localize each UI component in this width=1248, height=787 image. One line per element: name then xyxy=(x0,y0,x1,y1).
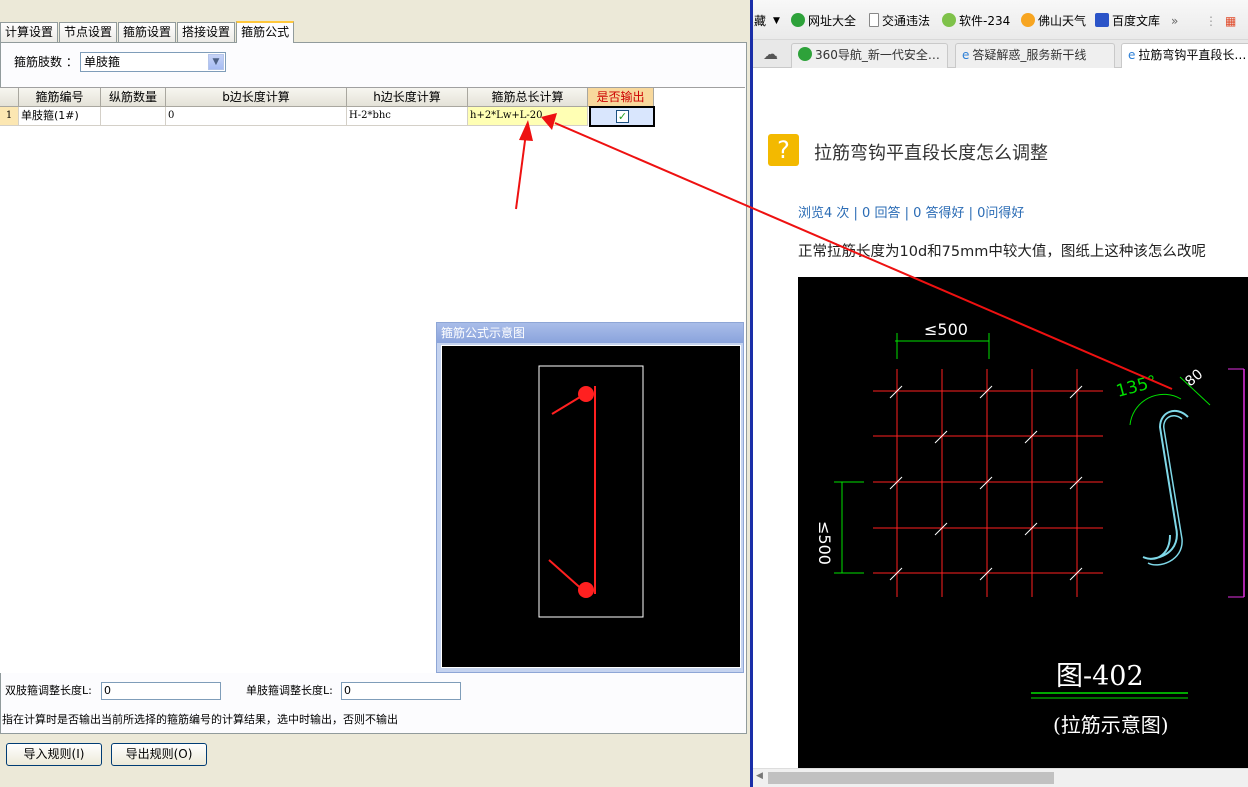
checkbox-checked-icon[interactable]: ✓ xyxy=(616,110,629,123)
single-limb-input[interactable]: 0 xyxy=(341,682,461,700)
formula-diagram-window: 箍筋公式示意图 xyxy=(436,322,744,673)
column-header-output: 是否输出 xyxy=(588,88,654,107)
scroll-left-icon[interactable]: ◀ xyxy=(756,771,763,781)
horizontal-scrollbar[interactable]: ◀ xyxy=(753,768,1248,787)
tab-lap-settings[interactable]: 搭接设置 xyxy=(177,22,236,42)
limb-count-select[interactable]: 单肢箍 ▼ xyxy=(80,52,226,72)
browser-tab-question[interactable]: e 拉筋弯钩平直段长… xyxy=(1121,43,1248,68)
favorites-partial-label[interactable]: 藏 xyxy=(754,12,766,30)
cell-b-calc[interactable]: 0 xyxy=(166,107,347,126)
cad-drawing: ≤500 ≤500 135° 80 图-402 (拉筋示意图) xyxy=(815,320,1245,737)
browser-tab-answers[interactable]: e 答疑解惑_服务新干线 xyxy=(955,43,1115,68)
tab-stirrup-settings[interactable]: 箍筋设置 xyxy=(118,22,177,42)
import-rules-button[interactable]: 导入规则(I) xyxy=(6,743,102,766)
dim-top-label: ≤500 xyxy=(924,320,968,339)
360-logo-icon xyxy=(791,13,805,27)
question-stats[interactable]: 浏览4 次 | 0 回答 | 0 答得好 | 0问得好 xyxy=(798,202,1024,221)
question-mark-icon: ? xyxy=(768,134,799,166)
chevron-down-icon[interactable]: ▼ xyxy=(208,54,224,70)
limb-count-value: 单肢箍 xyxy=(84,55,121,69)
scrollbar-thumb[interactable] xyxy=(768,772,1054,784)
single-limb-label: 单肢箍调整长度L: xyxy=(246,684,333,697)
more-favorites-icon[interactable]: » xyxy=(1171,12,1178,30)
browser-tab-bar: ☁ 360导航_新一代安全… e 答疑解惑_服务新干线 e 拉筋弯钩平直段长… xyxy=(753,40,1248,68)
column-header-h-calc: h边长度计算 xyxy=(347,88,468,107)
single-limb-stirrup-drawing xyxy=(538,365,644,618)
cell-total-calc[interactable]: h+2*Lw+L-20 xyxy=(468,107,588,126)
double-limb-input[interactable]: 0 xyxy=(101,682,221,700)
cell-stirrup-name[interactable]: 单肢箍(1#) xyxy=(19,107,101,126)
output-checkbox-cell[interactable]: ✓ xyxy=(589,106,655,127)
angle-label: 135° xyxy=(1114,372,1159,402)
row-number[interactable]: 1 xyxy=(0,107,19,126)
column-header-number: 箍筋编号 xyxy=(19,88,101,107)
browser-tab-360[interactable]: 360导航_新一代安全… xyxy=(791,43,948,68)
weather-icon xyxy=(1021,13,1035,27)
favorites-dropdown-icon[interactable]: ▼ xyxy=(773,12,780,30)
page-icon xyxy=(869,13,879,27)
diagram-title: 箍筋公式示意图 xyxy=(437,323,743,343)
fav-link-nav[interactable]: 网址大全 xyxy=(791,12,856,30)
fav-link-traffic[interactable]: 交通违法 xyxy=(869,12,930,30)
column-header-b-calc: b边长度计算 xyxy=(166,88,347,107)
cloud-icon[interactable]: ☁ xyxy=(763,45,778,63)
double-limb-label: 双肢箍调整长度L: xyxy=(5,684,92,697)
separator-icon: ⋮ xyxy=(1205,14,1217,28)
hint-text: 指在计算时是否输出当前所选择的箍筋编号的计算结果，选中时输出，否则不输出 xyxy=(2,713,398,726)
rebar-drawing-image: ≤500 ≤500 135° 80 图-402 (拉筋示意图) xyxy=(798,277,1248,768)
column-header-total-calc: 箍筋总长计算 xyxy=(468,88,588,107)
360-logo-icon xyxy=(798,47,812,61)
software-window: 计算设置 节点设置 箍筋设置 搭接设置 箍筋公式 箍筋肢数 ： 单肢箍 ▼ 箍筋… xyxy=(0,0,750,787)
tab-node-settings[interactable]: 节点设置 xyxy=(59,22,118,42)
question-text: 正常拉筋长度为10d和75mm中较大值，图纸上这种该怎么改呢 xyxy=(798,244,1206,260)
software-icon xyxy=(942,13,956,27)
diagram-canvas xyxy=(441,345,741,668)
ie-logo-icon: e xyxy=(1128,48,1136,62)
question-title: 拉筋弯钩平直段长度怎么调整 xyxy=(814,143,1048,164)
export-rules-button[interactable]: 导出规则(O) xyxy=(111,743,207,766)
figure-subtitle: (拉筋示意图) xyxy=(1053,713,1169,737)
fav-link-wenku[interactable]: 百度文库 xyxy=(1095,12,1160,30)
tab-calc-settings[interactable]: 计算设置 xyxy=(0,22,59,42)
baidu-paw-icon xyxy=(1095,13,1109,27)
fav-link-weather[interactable]: 佛山天气 xyxy=(1021,12,1086,30)
cell-rebar-count[interactable] xyxy=(101,107,166,126)
fav-link-software[interactable]: 软件-234 xyxy=(942,12,1010,30)
apps-grid-icon[interactable]: ▦ xyxy=(1225,12,1236,30)
figure-title: 图-402 xyxy=(1056,661,1144,692)
dim-left-label: ≤500 xyxy=(815,521,834,565)
hook-length-label: 80 xyxy=(1182,366,1206,390)
ie-logo-icon: e xyxy=(962,48,970,62)
column-header-count: 纵筋数量 xyxy=(101,88,166,107)
tab-stirrup-formula[interactable]: 箍筋公式 xyxy=(236,21,295,43)
browser-window: 藏 ▼ 网址大全 交通违法 软件-234 佛山天气 百度文库 » ⋮ ▦ ☁ 3… xyxy=(753,0,1248,787)
cell-h-calc[interactable]: H-2*bhc xyxy=(347,107,468,126)
settings-tabs: 计算设置 节点设置 箍筋设置 搭接设置 箍筋公式 xyxy=(0,21,295,43)
favorites-bar: 藏 ▼ 网址大全 交通违法 软件-234 佛山天气 百度文库 » ⋮ ▦ xyxy=(753,0,1248,40)
row-number-header xyxy=(0,88,19,107)
limb-count-label: 箍筋肢数 ： xyxy=(14,55,78,69)
